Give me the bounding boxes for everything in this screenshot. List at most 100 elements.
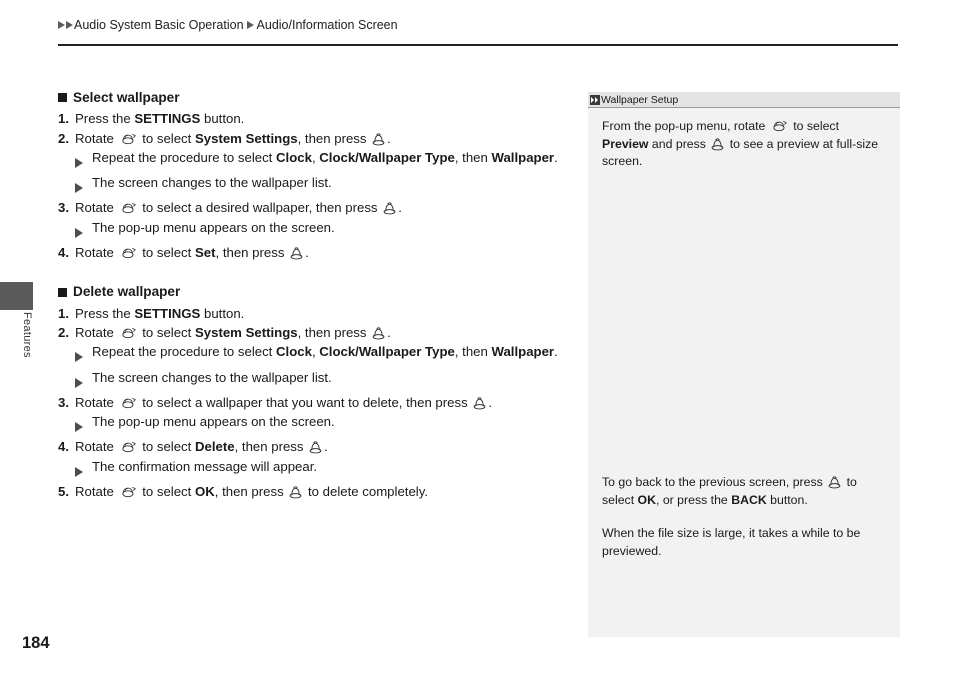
sub-note-arrow-icon: [75, 368, 92, 393]
sub-note-arrow-icon: [75, 457, 92, 482]
emphasis-text: Wallpaper: [491, 344, 555, 360]
sub-note-text: The pop-up menu appears on the screen.: [92, 412, 558, 437]
body-text: , then press: [297, 130, 371, 146]
sub-note-text: The screen changes to the wallpaper list…: [92, 368, 558, 393]
rotate-dial-icon: [121, 203, 136, 214]
body-text: , then press: [234, 439, 308, 455]
step-sub-note: The pop-up menu appears on the screen.: [75, 412, 558, 437]
rotate-dial-icon: [121, 442, 136, 453]
step-sub-note: The pop-up menu appears on the screen.: [75, 218, 558, 243]
procedure-step: 2. Rotate to select System Settings, then…: [58, 323, 558, 342]
emphasis-text: SETTINGS: [134, 111, 201, 127]
body-text: , then: [454, 344, 492, 360]
body-text: .: [387, 130, 391, 146]
press-knob-icon: [383, 202, 396, 215]
step-number: 2.: [58, 324, 69, 340]
page-number: 184: [22, 634, 50, 652]
sidebar-bottom-notes: To go back to the previous screen, press…: [588, 460, 900, 560]
rotate-dial-icon: [121, 487, 136, 498]
body-text: to select: [138, 484, 195, 500]
emphasis-text: Set: [194, 245, 216, 261]
emphasis-text: Delete: [194, 439, 235, 455]
body-text: From the pop-up menu, rotate: [602, 119, 769, 133]
body-text: button.: [200, 111, 245, 127]
press-knob-icon: [289, 486, 302, 499]
procedure-step: 1. Press the SETTINGS button.: [58, 109, 558, 128]
emphasis-text: OK: [194, 484, 215, 500]
rotate-dial-icon: [121, 133, 136, 144]
sub-note-arrow-icon: [75, 342, 92, 367]
emphasis-text: Clock/Wallpaper Type: [319, 149, 455, 165]
step-number: 1.: [58, 111, 69, 127]
rotate-dial-icon: [121, 328, 136, 339]
sidebar-note: To go back to the previous screen, press…: [602, 474, 886, 509]
step-number: 4.: [58, 245, 69, 261]
sidebar-header-label: Wallpaper Setup: [601, 93, 679, 106]
emphasis-text: Clock: [276, 149, 312, 165]
step-number: 2.: [58, 130, 69, 146]
press-knob-icon: [372, 132, 385, 146]
press-knob-icon: [828, 476, 841, 489]
breadcrumb-arrow-icon: [58, 21, 65, 29]
body-text: Repeat the procedure to select: [92, 344, 277, 360]
step-text: Rotate to select System Settings, then p…: [75, 129, 558, 148]
step-number: 4.: [58, 439, 69, 455]
step-sub-note: The screen changes to the wallpaper list…: [75, 368, 558, 393]
body-text: Rotate: [75, 324, 118, 340]
body-text: The pop-up menu appears on the screen.: [92, 414, 335, 430]
emphasis-text: System Settings: [194, 130, 298, 146]
procedure-step: 3. Rotate to select a wallpaper that you …: [58, 393, 558, 412]
sidebar-header: Wallpaper Setup: [588, 92, 900, 108]
body-text: , then press: [214, 484, 288, 500]
body-text: .: [488, 394, 493, 410]
body-text: Rotate: [75, 245, 118, 261]
body-text: .: [387, 324, 391, 340]
section-heading: Delete wallpaper: [58, 282, 558, 301]
step-sub-note: Repeat the procedure to select Clock, Cl…: [75, 342, 558, 367]
body-text: to select: [138, 439, 195, 455]
step-sub-note: Repeat the procedure to select Clock, Cl…: [75, 148, 558, 173]
sub-note-text: Repeat the procedure to select Clock, Cl…: [92, 148, 558, 173]
body-text: Rotate: [75, 130, 118, 146]
breadcrumb-separator-icon: [246, 21, 254, 29]
sidebar-panel: Wallpaper Setup From the pop-up menu, ro…: [588, 92, 900, 637]
press-knob-icon: [473, 397, 486, 410]
body-text: When the file size is large, it takes a …: [602, 526, 861, 558]
body-text: button.: [200, 305, 245, 321]
body-text: button.: [766, 492, 808, 507]
emphasis-text: SETTINGS: [134, 305, 201, 321]
sub-note-text: The screen changes to the wallpaper list…: [92, 173, 558, 198]
body-text: Rotate: [75, 439, 118, 455]
press-knob-icon: [372, 327, 385, 340]
procedure-content: Select wallpaper 1. Press the SETTINGS but…: [58, 88, 558, 501]
sidebar-top-note: From the pop-up menu, rotate to select P…: [588, 108, 900, 171]
body-text: and press: [648, 136, 710, 151]
body-text: .: [554, 344, 558, 360]
procedure-step: 4. Rotate to select Set, then press .: [58, 243, 558, 262]
press-knob-icon: [309, 441, 322, 454]
step-text: Press the SETTINGS button.: [75, 109, 558, 128]
body-text: to select: [138, 324, 195, 340]
sub-note-text: The pop-up menu appears on the screen.: [92, 218, 558, 243]
body-text: , or press the: [656, 492, 732, 507]
step-number: 5.: [58, 484, 69, 500]
body-text: to delete completely.: [304, 484, 428, 500]
step-number: 3.: [58, 200, 69, 216]
double-chevron-icon: [590, 94, 600, 105]
sub-note-text: Repeat the procedure to select Clock, Cl…: [92, 342, 558, 367]
emphasis-text: OK: [637, 492, 656, 507]
body-text: .: [305, 245, 309, 261]
section-heading: Select wallpaper: [58, 88, 558, 107]
body-text: Rotate: [75, 484, 118, 500]
step-text: Rotate to select a desired wallpaper, th…: [75, 198, 558, 217]
breadcrumb-item-0[interactable]: Audio System Basic Operation: [74, 18, 244, 32]
step-sub-note: The screen changes to the wallpaper list…: [75, 173, 558, 198]
chapter-tab-marker: [0, 282, 33, 310]
step-number: 3.: [58, 394, 69, 410]
body-text: Rotate: [75, 200, 118, 216]
breadcrumb-item-1[interactable]: Audio/Information Screen: [257, 18, 398, 32]
emphasis-text: Preview: [602, 136, 649, 151]
rotate-dial-icon: [121, 248, 136, 259]
body-text: , then: [454, 149, 492, 165]
step-text: Rotate to select Delete, then press .: [75, 437, 558, 456]
